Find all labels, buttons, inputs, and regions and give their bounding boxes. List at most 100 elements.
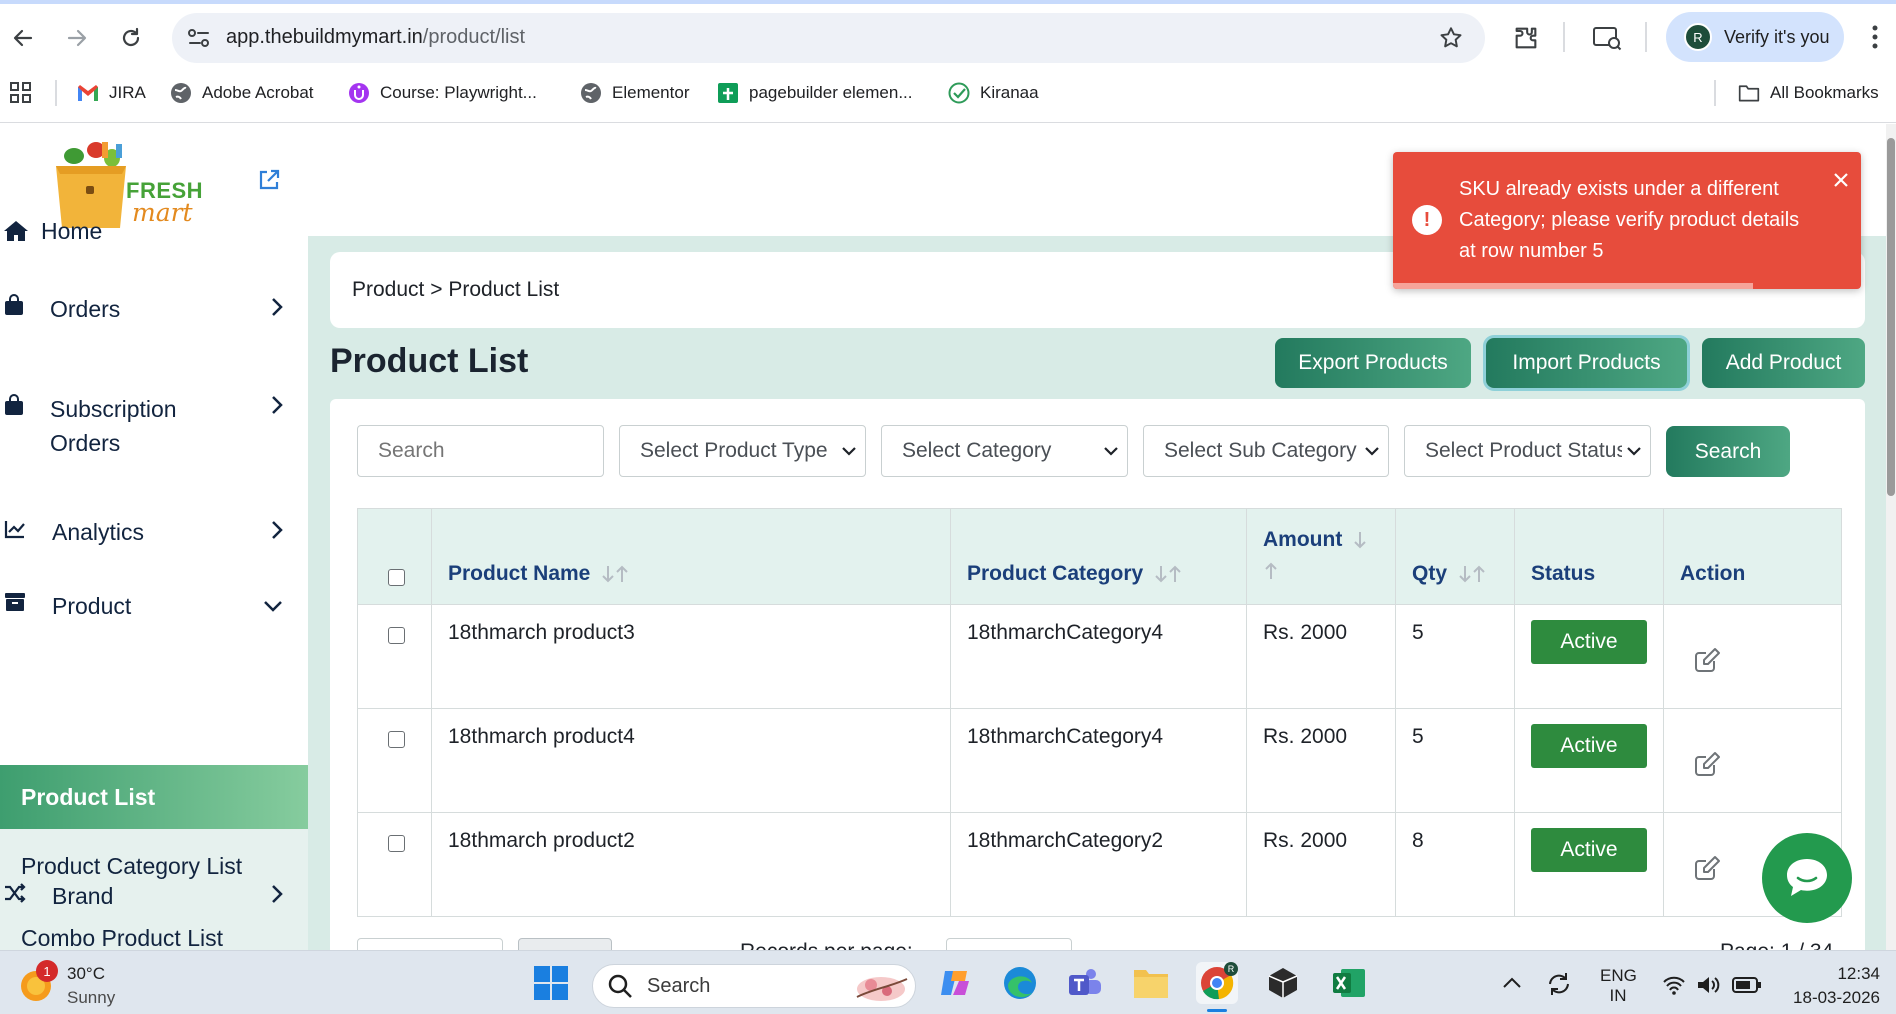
product-type-select[interactable]: Select Product Type xyxy=(619,425,866,477)
sub-category-select[interactable]: Select Sub Category xyxy=(1143,425,1389,477)
site-settings-icon[interactable] xyxy=(186,26,212,50)
sort-icon[interactable] xyxy=(1153,564,1185,584)
row-checkbox[interactable] xyxy=(388,627,405,644)
header-product-name[interactable]: Product Name xyxy=(431,508,951,605)
wifi-icon[interactable] xyxy=(1662,974,1686,996)
cube-app-icon[interactable] xyxy=(1262,962,1304,1004)
status-badge[interactable]: Active xyxy=(1531,828,1647,872)
submenu-item-combo-product-list[interactable]: Combo Product List xyxy=(21,925,223,952)
language-line2: IN xyxy=(1609,986,1627,1005)
cell-amount: Rs. 2000 xyxy=(1246,604,1396,709)
all-bookmarks-button[interactable]: All Bookmarks xyxy=(1738,80,1879,106)
breadcrumb-separator: > xyxy=(430,278,443,301)
edit-icon[interactable] xyxy=(1692,749,1722,779)
back-icon[interactable] xyxy=(5,20,41,56)
archive-box-icon xyxy=(4,592,26,612)
bookmark-jira[interactable]: JIRA xyxy=(77,80,146,106)
apps-grid-icon[interactable] xyxy=(9,81,33,105)
address-bar[interactable]: app.thebuildmymart.in/product/list xyxy=(172,13,1485,63)
header-select-all xyxy=(357,508,432,605)
nav-item-product[interactable]: Product xyxy=(0,581,308,631)
page-scrollbar[interactable] xyxy=(1886,124,1896,950)
error-toast: ! SKU already exists under a different C… xyxy=(1393,152,1861,289)
select-all-checkbox[interactable] xyxy=(388,569,405,586)
teams-icon[interactable] xyxy=(1064,962,1106,1004)
scrollbar-thumb[interactable] xyxy=(1887,138,1895,496)
bookmark-adobe-acrobat[interactable]: Adobe Acrobat xyxy=(170,80,314,106)
edit-icon[interactable] xyxy=(1692,853,1722,883)
shuffle-icon xyxy=(4,883,26,903)
nav-item-brand[interactable]: Brand xyxy=(0,871,308,921)
clock-date: 18-03-2026 xyxy=(1793,988,1880,1007)
language-indicator[interactable]: ENG IN xyxy=(1600,966,1637,1006)
url-text[interactable]: app.thebuildmymart.in/product/list xyxy=(226,26,525,49)
search-button[interactable]: Search xyxy=(1666,426,1790,477)
cell-qty: 5 xyxy=(1395,604,1515,709)
battery-icon[interactable] xyxy=(1732,976,1762,994)
reload-icon[interactable] xyxy=(113,20,149,56)
category-select[interactable]: Select Category xyxy=(881,425,1128,477)
nav-item-analytics[interactable]: Analytics xyxy=(0,507,308,557)
excel-icon[interactable] xyxy=(1328,962,1370,1004)
breadcrumb-parent[interactable]: Product xyxy=(352,278,424,301)
file-explorer-icon[interactable] xyxy=(1130,962,1172,1004)
header-label: Status xyxy=(1531,562,1596,585)
loading-bar xyxy=(0,0,1896,4)
sort-desc-icon[interactable] xyxy=(1352,530,1368,550)
chevron-right-icon xyxy=(270,394,284,416)
chat-widget-button[interactable] xyxy=(1762,833,1852,923)
cast-icon[interactable] xyxy=(1592,24,1622,52)
submenu-item-product-list[interactable]: Product List xyxy=(0,765,308,829)
verify-profile-button[interactable]: R Verify it's you xyxy=(1666,12,1844,62)
select-value: Select Product Type xyxy=(640,439,828,462)
header-qty[interactable]: Qty xyxy=(1395,508,1515,605)
cell-amount: Rs. 2000 xyxy=(1246,812,1396,917)
nav-item-orders[interactable]: Orders xyxy=(0,284,308,334)
bookmark-pagebuilder[interactable]: pagebuilder elemen... xyxy=(717,80,913,106)
windows-start-icon[interactable] xyxy=(530,962,572,1004)
close-icon[interactable] xyxy=(1833,172,1849,188)
import-products-button[interactable]: Import Products xyxy=(1486,338,1687,388)
bookmark-course-playwright[interactable]: Course: Playwright... xyxy=(348,80,537,106)
sync-icon[interactable] xyxy=(1545,970,1573,998)
nav-label-home: Home xyxy=(41,218,103,244)
sort-icon[interactable] xyxy=(1457,564,1489,584)
check-circle-icon xyxy=(948,82,970,104)
search-highlight-image xyxy=(853,969,909,1003)
clock[interactable]: 12:34 18-03-2026 xyxy=(1780,964,1880,1008)
status-badge[interactable]: Active xyxy=(1531,620,1647,664)
copilot-icon[interactable] xyxy=(934,962,976,1004)
header-product-category[interactable]: Product Category xyxy=(950,508,1247,605)
bookmark-star-icon[interactable] xyxy=(1438,25,1464,51)
nav-item-home[interactable]: Home xyxy=(0,206,308,256)
row-checkbox[interactable] xyxy=(388,731,405,748)
taskbar-search-box[interactable]: Search xyxy=(592,964,916,1008)
chevron-up-icon[interactable] xyxy=(1502,976,1522,990)
search-input[interactable] xyxy=(357,425,604,477)
sort-icon[interactable] xyxy=(600,564,632,584)
row-checkbox[interactable] xyxy=(388,835,405,852)
nav-label-orders: Orders xyxy=(50,296,121,322)
open-store-external-icon[interactable] xyxy=(257,168,281,192)
add-product-button[interactable]: Add Product xyxy=(1702,338,1865,388)
forward-icon[interactable] xyxy=(59,20,95,56)
extensions-icon[interactable] xyxy=(1512,24,1540,52)
edge-browser-icon[interactable] xyxy=(999,962,1041,1004)
edit-icon[interactable] xyxy=(1692,645,1722,675)
sort-asc-icon[interactable] xyxy=(1263,561,1279,581)
bookmark-elementor[interactable]: Elementor xyxy=(580,80,689,106)
more-menu-icon[interactable] xyxy=(1870,22,1880,52)
nav-item-subscription-orders[interactable]: Subscription Orders xyxy=(0,394,308,456)
bookmark-kiranaa[interactable]: Kiranaa xyxy=(948,80,1039,106)
weather-temp[interactable]: 30°C xyxy=(67,964,105,984)
chevron-right-icon xyxy=(270,883,284,905)
breadcrumb-current: Product List xyxy=(448,278,560,301)
status-badge[interactable]: Active xyxy=(1531,724,1647,768)
volume-icon[interactable] xyxy=(1696,974,1722,996)
header-amount[interactable]: Amount xyxy=(1246,508,1396,605)
cell-product-category: 18thmarchCategory4 xyxy=(950,708,1247,813)
product-status-select[interactable]: Select Product Status xyxy=(1404,425,1651,477)
cell-product-name: 18thmarch product2 xyxy=(431,812,951,917)
toolbar-divider xyxy=(1645,22,1647,52)
export-products-button[interactable]: Export Products xyxy=(1275,338,1471,388)
